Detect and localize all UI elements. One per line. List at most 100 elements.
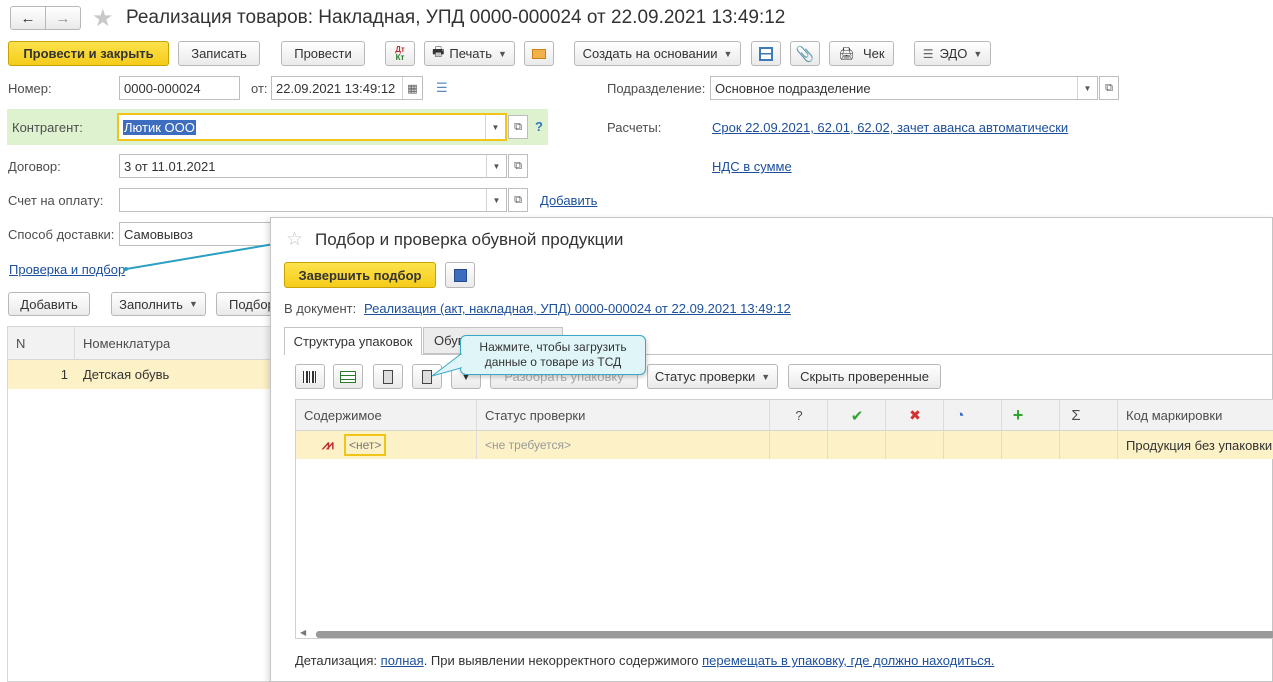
divider <box>1117 431 1118 459</box>
counterparty-label: Контрагент: <box>12 120 83 135</box>
package-grid: Содержимое Статус проверки ? ✔ ✖ ◔ + Σ К… <box>295 399 1273 639</box>
invoice-label: Счет на оплату: <box>8 193 104 208</box>
chevron-down-icon[interactable]: ▼ <box>1077 77 1097 99</box>
open-counterparty-button[interactable]: ⧉ <box>508 115 528 139</box>
footer-prefix: Детализация: <box>295 653 378 668</box>
receipt-button[interactable]: 🖨 Чек <box>829 41 894 66</box>
sum-icon[interactable]: Σ <box>1060 400 1092 431</box>
partial-circle-icon[interactable]: ◔ <box>944 400 976 431</box>
add-row-button[interactable]: Добавить <box>8 292 90 316</box>
help-icon[interactable]: ? <box>535 119 543 134</box>
content-value: <нет> <box>349 438 382 452</box>
date-from-label: от: <box>251 81 268 96</box>
chevron-down-icon[interactable]: ▼ <box>486 189 506 211</box>
footer-mid: . При выявлении некорректного содержимог… <box>423 653 699 668</box>
arrow-right-icon: → <box>55 9 71 27</box>
arrow-tail <box>124 267 128 271</box>
pick-dialog: ☆ Подбор и проверка обувной продукции За… <box>270 217 1273 682</box>
print-button[interactable]: 🖶 Печать ▼ <box>424 41 515 66</box>
forward-button[interactable]: → <box>45 6 81 30</box>
number-field[interactable]: 0000-000024 <box>119 76 240 100</box>
calendar-icon[interactable]: ▦ <box>402 77 422 99</box>
finish-pick-button[interactable]: Завершить подбор <box>284 262 436 288</box>
edo-icon: ☰ <box>922 46 934 61</box>
structure-button[interactable] <box>751 41 781 66</box>
department-value: Основное подразделение <box>715 80 871 96</box>
vat-link[interactable]: НДС в сумме <box>712 159 792 174</box>
tooltip-text: Нажмите, чтобы загрузить данные о товаре… <box>479 340 627 369</box>
check-and-pick-link[interactable]: Проверка и подбор <box>9 262 125 277</box>
detail-footer: Детализация: полная. При выявлении некор… <box>295 653 994 668</box>
hide-checked-button[interactable]: Скрыть проверенные <box>788 364 941 389</box>
horizontal-scrollbar[interactable] <box>316 631 1273 638</box>
comment-icon[interactable]: ☰ <box>436 80 448 96</box>
email-button[interactable] <box>524 41 554 66</box>
col-code-header[interactable]: Код маркировки <box>1126 400 1222 431</box>
detail-full-link[interactable]: полная <box>381 653 424 668</box>
plus-icon[interactable]: + <box>1002 400 1034 431</box>
doc-label: В документ: <box>284 301 357 316</box>
move-to-package-link[interactable]: перемещать в упаковку, где должно находи… <box>702 653 994 668</box>
chevron-down-icon[interactable]: ▼ <box>485 115 505 139</box>
divider <box>476 431 477 459</box>
export-tsd-button[interactable] <box>373 364 403 389</box>
col-question-header[interactable]: ? <box>770 400 828 431</box>
table-row[interactable]: ⩘⩘ <нет> <не требуется> Продукция без уп… <box>296 431 1273 459</box>
favorite-star-icon[interactable]: ★ <box>92 4 114 33</box>
divider <box>827 431 828 459</box>
back-button[interactable]: ← <box>10 6 46 30</box>
cross-icon[interactable]: ✖ <box>886 400 944 431</box>
col-status-header[interactable]: Статус проверки <box>485 400 585 431</box>
checkmark-icon[interactable]: ✔ <box>828 400 886 431</box>
divider <box>1059 431 1060 459</box>
open-invoice-button[interactable]: ⧉ <box>508 188 528 212</box>
open-icon: ⧉ <box>1105 81 1113 94</box>
scan-barcode-button[interactable] <box>295 364 325 389</box>
open-contract-button[interactable]: ⧉ <box>508 154 528 178</box>
chevron-down-icon: ▼ <box>723 48 733 59</box>
code-cell: Продукция без упаковки <box>1126 437 1273 453</box>
scroll-left-icon[interactable]: ◀ <box>300 628 306 637</box>
table-row[interactable]: 1 Детская обувь <box>8 360 278 389</box>
date-field[interactable]: 22.09.2021 13:49:12 ▦ <box>271 76 423 100</box>
invoice-field[interactable]: ▼ <box>119 188 507 212</box>
attach-button[interactable]: 📎 <box>790 41 820 66</box>
counterparty-field[interactable]: Лютик ООО ▼ <box>117 113 507 141</box>
doc-link[interactable]: Реализация (акт, накладная, УПД) 0000-00… <box>364 301 791 316</box>
table-view-button[interactable] <box>333 364 363 389</box>
edo-button[interactable]: ☰ ЭДО ▼ <box>914 41 991 66</box>
col-item-header[interactable]: Номенклатура <box>83 327 170 360</box>
save-button[interactable]: Записать <box>178 41 260 66</box>
fill-button[interactable]: Заполнить ▼ <box>111 292 206 316</box>
settlements-link[interactable]: Срок 22.09.2021, 62.01, 62.02, зачет ава… <box>712 120 1068 135</box>
department-field[interactable]: Основное подразделение ▼ <box>710 76 1098 100</box>
post-button[interactable]: Провести <box>281 41 365 66</box>
envelope-icon <box>532 48 546 59</box>
status-check-button[interactable]: Статус проверки ▼ <box>647 364 778 389</box>
col-content-header[interactable]: Содержимое <box>304 400 382 431</box>
contract-value: 3 от 11.01.2021 <box>124 158 216 174</box>
add-invoice-link[interactable]: Добавить <box>540 193 597 208</box>
favorite-star-icon[interactable]: ☆ <box>286 228 303 251</box>
receipt-icon: 🖨 <box>838 45 855 61</box>
contract-field[interactable]: 3 от 11.01.2021 ▼ <box>119 154 507 178</box>
printer-icon: 🖶 <box>432 43 445 59</box>
post-and-close-button[interactable]: Провести и закрыть <box>8 41 169 66</box>
shoe-marking-icon: ⩘⩘ <box>322 437 334 452</box>
divider <box>769 431 770 459</box>
create-based-on-button[interactable]: Создать на основании ▼ <box>574 41 741 66</box>
col-n-header[interactable]: N <box>16 327 25 360</box>
open-department-button[interactable]: ⧉ <box>1099 76 1119 100</box>
divider <box>1117 400 1118 431</box>
open-icon: ⧉ <box>514 159 522 172</box>
tooltip-tail <box>431 352 462 377</box>
save-dialog-button[interactable] <box>445 262 475 288</box>
dtkt-button[interactable]: Дт Кт <box>385 41 415 66</box>
chevron-down-icon: ▼ <box>761 371 771 382</box>
settlements-label: Расчеты: <box>607 120 662 135</box>
structure-icon <box>759 46 773 61</box>
content-cell[interactable]: <нет> <box>344 434 387 456</box>
tab-structure[interactable]: Структура упаковок <box>284 327 422 355</box>
package-grid-header: Содержимое Статус проверки ? ✔ ✖ ◔ + Σ К… <box>296 400 1273 431</box>
chevron-down-icon[interactable]: ▼ <box>486 155 506 177</box>
